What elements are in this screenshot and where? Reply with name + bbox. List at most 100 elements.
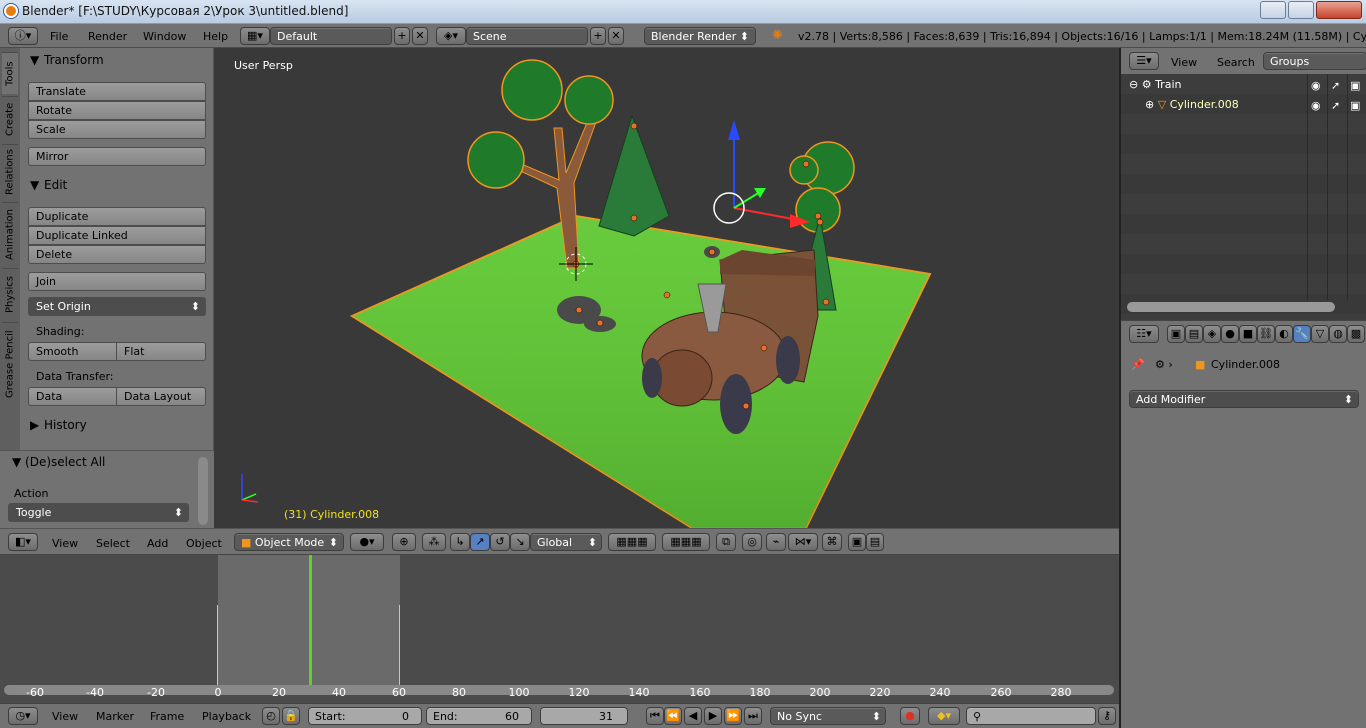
mode-select[interactable]: ■ Object Mode ⬍ xyxy=(234,533,344,551)
join-button[interactable]: Join xyxy=(28,272,206,291)
history-panel-header[interactable]: ▶ History xyxy=(30,418,218,438)
delete-button[interactable]: Delete xyxy=(28,245,206,264)
eye-icon[interactable]: ◉ xyxy=(1311,99,1321,112)
menu-select[interactable]: Select xyxy=(96,537,130,550)
constraints-tab-icon[interactable]: ⛓ xyxy=(1257,325,1275,343)
editor-type-3d-icon[interactable]: ◧▾ xyxy=(8,533,38,551)
translate-manip-icon[interactable]: ↗ xyxy=(470,533,490,551)
play-icon[interactable]: ▶ xyxy=(704,707,722,725)
texture-tab-icon[interactable]: ▩ xyxy=(1347,325,1365,343)
scrollbar[interactable] xyxy=(198,457,208,525)
edit-panel-header[interactable]: ▼ Edit xyxy=(30,178,218,198)
lock-layers-icon[interactable]: ⧉ xyxy=(716,533,736,551)
screen-layout-field[interactable]: Default xyxy=(270,27,392,45)
mirror-button[interactable]: Mirror xyxy=(28,147,206,166)
keying-set-icon[interactable]: ◆▾ xyxy=(928,707,960,725)
playhead[interactable] xyxy=(309,555,312,685)
insert-keyframe-icon[interactable]: ⚷ xyxy=(1098,707,1116,725)
operator-header[interactable]: ▼ (De)select All xyxy=(12,455,105,469)
tab-tools[interactable]: Tools xyxy=(2,52,18,94)
scale-manip-icon[interactable]: ↘ xyxy=(510,533,530,551)
cursor-icon[interactable]: ➚ xyxy=(1331,79,1340,92)
menu-window[interactable]: Window xyxy=(143,30,186,43)
pivot-icon[interactable]: ⊕ xyxy=(392,533,416,551)
jump-end-icon[interactable]: ⏭ xyxy=(744,707,762,725)
add-modifier-select[interactable]: Add Modifier ⬍ xyxy=(1129,390,1359,408)
menu-view[interactable]: View xyxy=(52,710,78,723)
tab-relations[interactable]: Relations xyxy=(2,144,18,200)
outliner-item-train[interactable]: ⊖ ⚙ Train xyxy=(1129,78,1181,91)
camera-icon[interactable]: ▣ xyxy=(1350,99,1360,112)
maximize-button[interactable] xyxy=(1288,1,1314,19)
snap-toggle-icon[interactable]: ⌁ xyxy=(766,533,786,551)
end-frame-field[interactable]: End: 60 xyxy=(426,707,532,725)
remove-scene-icon[interactable]: ✕ xyxy=(608,27,624,45)
menu-file[interactable]: File xyxy=(50,30,68,43)
duplicate-linked-button[interactable]: Duplicate Linked xyxy=(28,226,206,245)
outliner-tab-search[interactable]: Search xyxy=(1217,56,1255,69)
tab-animation[interactable]: Animation xyxy=(2,202,18,266)
set-origin-select[interactable]: Set Origin ⬍ xyxy=(28,297,206,316)
duplicate-button[interactable]: Duplicate xyxy=(28,207,206,226)
world-tab-icon[interactable]: ● xyxy=(1221,325,1239,343)
eye-icon[interactable]: ◉ xyxy=(1311,79,1321,92)
add-scene-icon[interactable]: + xyxy=(590,27,606,45)
collapse-icon[interactable]: ⊖ xyxy=(1129,78,1142,91)
screen-layout-icon[interactable]: ▦▾ xyxy=(240,27,270,45)
add-layout-icon[interactable]: + xyxy=(394,27,410,45)
jump-keyframe-forward-icon[interactable]: ⏩ xyxy=(724,707,742,725)
material-tab-icon[interactable]: ◍ xyxy=(1329,325,1347,343)
sync-select[interactable]: No Sync ⬍ xyxy=(770,707,886,725)
menu-add[interactable]: Add xyxy=(147,537,168,550)
snap-element-icon[interactable]: ⋈▾ xyxy=(788,533,818,551)
render-image-icon[interactable]: ▣ xyxy=(848,533,866,551)
tab-create[interactable]: Create xyxy=(2,96,18,142)
pin-icon[interactable]: 📌 xyxy=(1131,358,1145,371)
layers-1-icon[interactable]: ▦▦▦ xyxy=(608,533,656,551)
action-select[interactable]: Toggle ⬍ xyxy=(8,503,189,522)
menu-view[interactable]: View xyxy=(52,537,78,550)
area-divider[interactable] xyxy=(1119,48,1120,728)
rotate-button[interactable]: Rotate xyxy=(28,101,206,120)
jump-start-icon[interactable]: ⏮ xyxy=(646,707,664,725)
horizontal-scrollbar[interactable] xyxy=(1127,302,1335,312)
scale-button[interactable]: Scale xyxy=(28,120,206,139)
orientation-select[interactable]: Global ⬍ xyxy=(530,533,602,551)
lock-icon[interactable]: 🔒 xyxy=(282,707,300,725)
outliner-editor-icon[interactable]: ☰▾ xyxy=(1129,52,1159,70)
menu-playback[interactable]: Playback xyxy=(202,710,251,723)
flat-button[interactable]: Flat xyxy=(116,342,206,361)
outliner-tab-groups[interactable]: Groups xyxy=(1263,52,1366,70)
remove-layout-icon[interactable]: ✕ xyxy=(412,27,428,45)
properties-editor-icon[interactable]: ☷▾ xyxy=(1129,325,1159,343)
transform-panel-header[interactable]: ▼ Transform xyxy=(30,53,218,73)
minimize-button[interactable] xyxy=(1260,1,1286,19)
play-reverse-icon[interactable]: ◀ xyxy=(684,707,702,725)
close-button[interactable] xyxy=(1316,1,1362,19)
menu-marker[interactable]: Marker xyxy=(96,710,134,723)
modifiers-tab-icon[interactable]: ◐ xyxy=(1275,325,1293,343)
scene-icon[interactable]: ◈▾ xyxy=(436,27,466,45)
tab-grease-pencil[interactable]: Grease Pencil xyxy=(2,322,18,406)
3d-viewport[interactable]: User Persp (31) Cylinder.008 xyxy=(214,48,1119,528)
object-tab-icon[interactable]: ■ xyxy=(1239,325,1257,343)
manipulator-toggle-icon[interactable]: ↳ xyxy=(450,533,470,551)
timeline-editor-icon[interactable]: ◷▾ xyxy=(8,707,38,725)
current-frame-field[interactable]: 31 xyxy=(540,707,628,725)
cursor-icon[interactable]: ➚ xyxy=(1331,99,1340,112)
snap-icon[interactable]: ⁂ xyxy=(422,533,446,551)
translate-button[interactable]: Translate xyxy=(28,82,206,101)
outliner-tab-view[interactable]: View xyxy=(1171,56,1197,69)
shading-select-icon[interactable]: ●▾ xyxy=(350,533,384,551)
data-tab-icon[interactable]: ▽ xyxy=(1311,325,1329,343)
data-button[interactable]: Data xyxy=(28,387,117,406)
render-engine-select[interactable]: Blender Render ⬍ xyxy=(644,27,756,45)
layers-2-icon[interactable]: ▦▦▦ xyxy=(662,533,710,551)
layers-tab-icon[interactable]: ▤ xyxy=(1185,325,1203,343)
start-frame-field[interactable]: Start: 0 xyxy=(308,707,422,725)
render-animation-icon[interactable]: ▤ xyxy=(866,533,884,551)
z-axis-arrow[interactable] xyxy=(728,120,740,140)
wrench-tab-icon[interactable]: 🔧 xyxy=(1293,325,1311,343)
smooth-button[interactable]: Smooth xyxy=(28,342,117,361)
record-icon[interactable]: ● xyxy=(900,707,920,725)
